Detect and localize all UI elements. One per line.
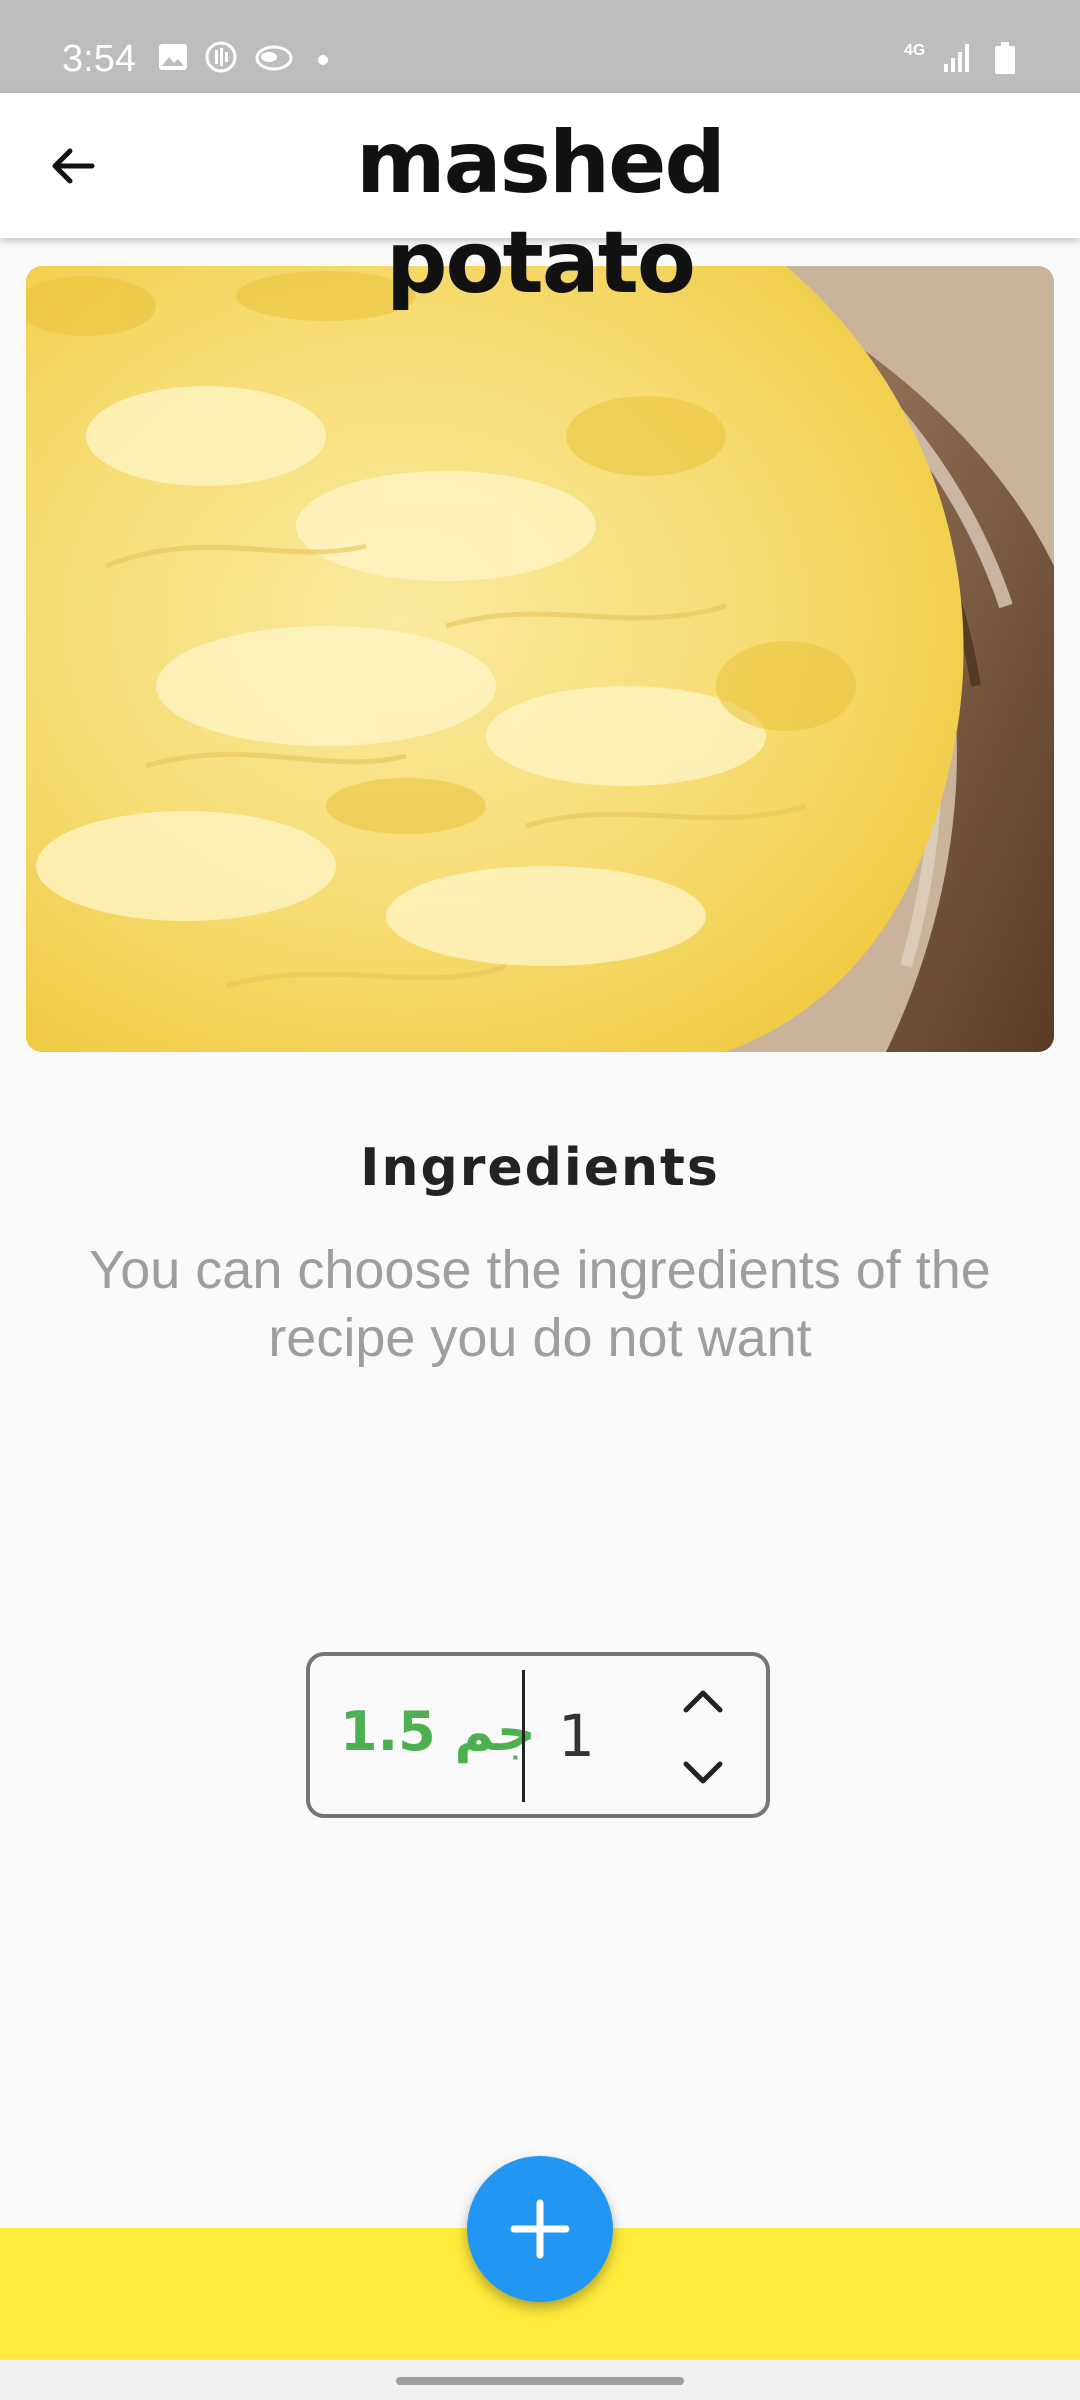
system-nav-bar: [0, 2360, 1080, 2400]
podcast-icon: [205, 41, 237, 73]
recipe-image: [26, 266, 1054, 1052]
app-bar: mashed potato: [0, 93, 1080, 313]
quantity-value[interactable]: 1: [558, 1702, 595, 1770]
page-title: mashed potato: [356, 113, 726, 313]
home-gesture-handle[interactable]: [396, 2377, 684, 2385]
image-icon: [159, 44, 187, 70]
battery-icon: [995, 42, 1015, 74]
cloud-icon: [255, 45, 293, 71]
chevron-up-icon[interactable]: [678, 1682, 728, 1718]
price-label: 1.5 ﺟﻢ: [340, 1700, 536, 1763]
stepper-divider: [522, 1670, 525, 1802]
network-label: 4G: [904, 42, 926, 59]
ingredients-description: You can choose the ingredients of the re…: [89, 1240, 991, 1368]
quantity-stepper: 1.5 ﺟﻢ 1: [306, 1652, 770, 1818]
plus-icon: [510, 2199, 570, 2259]
back-arrow-icon[interactable]: [40, 133, 106, 199]
signal-icon: [944, 44, 969, 72]
ingredients-heading: Ingredients: [360, 1138, 720, 1198]
notification-dot: [318, 55, 328, 65]
status-time: 3:54: [62, 38, 136, 80]
add-button[interactable]: [467, 2156, 613, 2302]
chevron-down-icon[interactable]: [678, 1756, 728, 1792]
status-bar: 3:54 4G: [0, 0, 1080, 93]
